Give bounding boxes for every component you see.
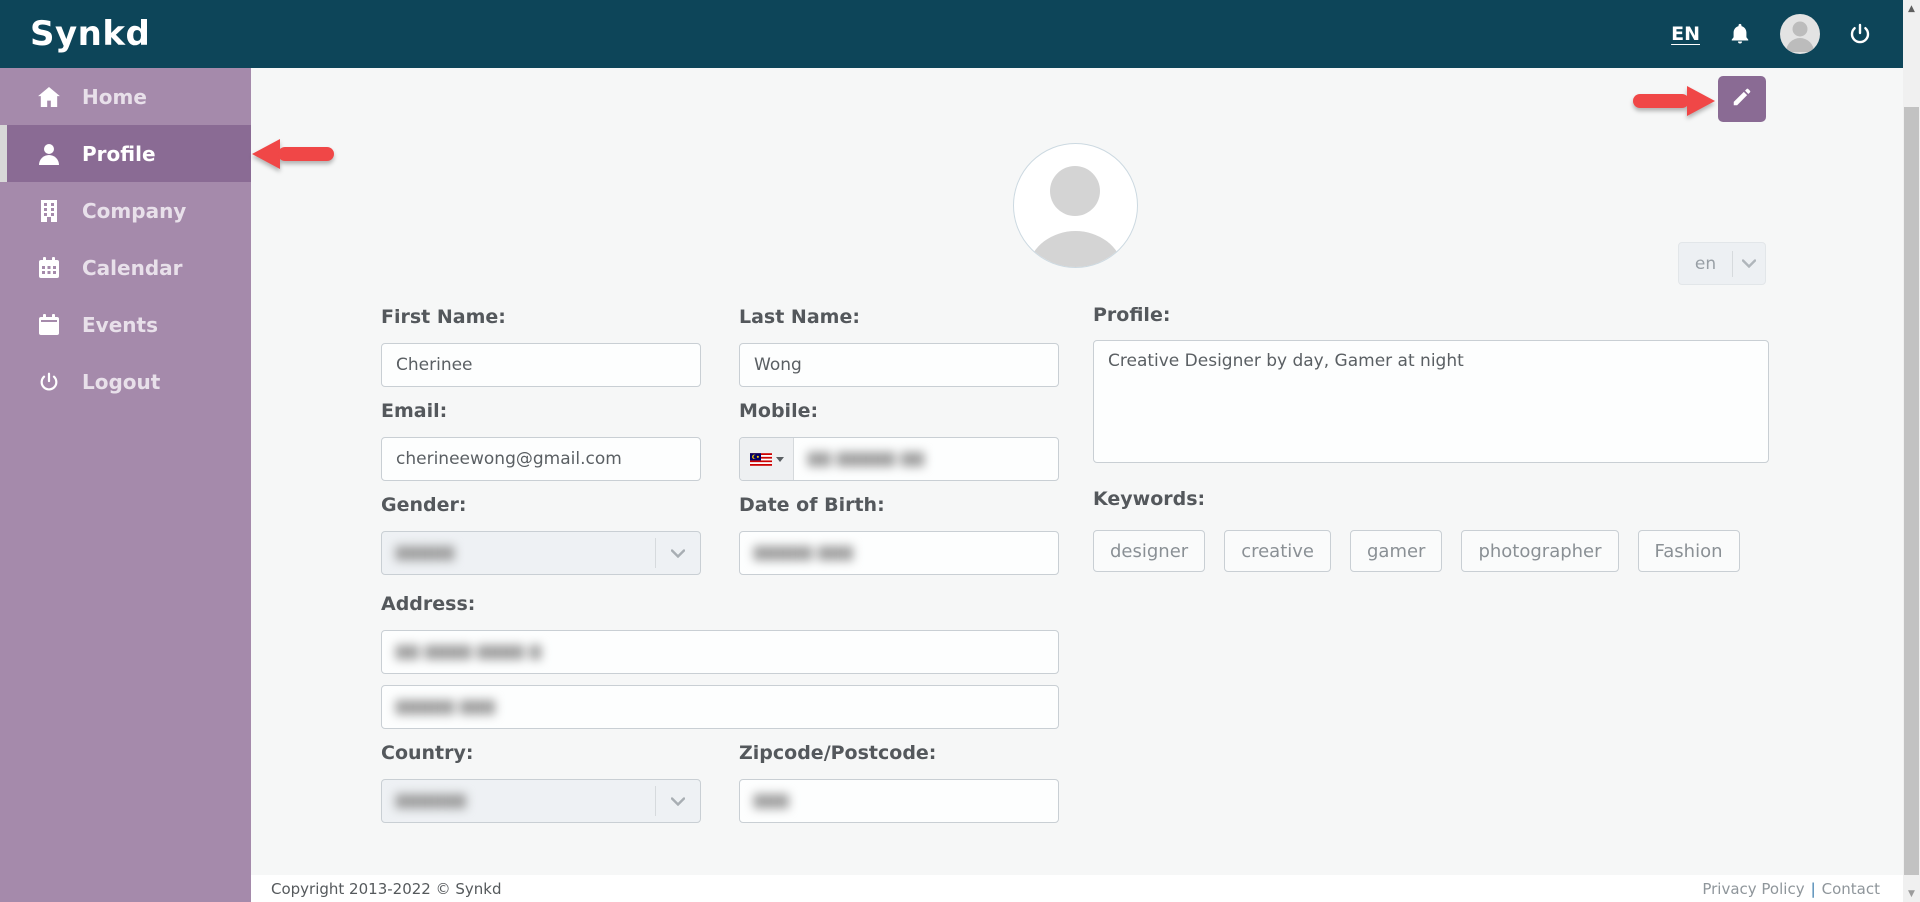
gender-value-blurred: ▇▇▇▇▇ (396, 545, 455, 561)
profile-bio-field[interactable]: Creative Designer by day, Gamer at night (1093, 340, 1769, 463)
last-name-label: Last Name: (739, 306, 860, 328)
first-name-value: Cherinee (396, 355, 473, 375)
country-value-blurred: ▇▇▇▇▇▇ (396, 793, 467, 809)
last-name-field[interactable]: Wong (739, 343, 1059, 387)
address-line1-field[interactable]: ▇▇ ▇▇▇▇ ▇▇▇▇ ▇ (381, 630, 1059, 674)
chevron-down-icon (656, 548, 700, 558)
gender-select[interactable]: ▇▇▇▇▇ (381, 531, 701, 575)
mobile-value-blurred: ▇▇ ▇▇▇▇▇ ▇▇ (808, 451, 925, 467)
address-line2-field[interactable]: ▇▇▇▇▇ ▇▇▇ (381, 685, 1059, 729)
zipcode-value-blurred: ▇▇▇ (754, 793, 790, 809)
keyword-chip[interactable]: designer (1093, 530, 1206, 572)
vertical-scrollbar[interactable]: ▲ ▼ (1903, 0, 1920, 902)
scrollbar-thumb[interactable] (1904, 107, 1919, 875)
first-name-label: First Name: (381, 306, 506, 328)
zipcode-label: Zipcode/Postcode: (739, 742, 937, 764)
keyword-chip[interactable]: photographer (1461, 530, 1619, 572)
profile-label: Profile: (1093, 304, 1171, 326)
sidebar-item-label: Profile (82, 141, 156, 166)
chevron-down-icon (1733, 259, 1765, 268)
bell-icon[interactable] (1728, 22, 1752, 46)
profile-photo-placeholder[interactable] (1013, 143, 1138, 268)
top-navigation-bar: Synkd EN (0, 0, 1920, 68)
profile-content: en First Name: Last Name: Profile: Email… (251, 68, 1903, 875)
profile-bio-value: Creative Designer by day, Gamer at night (1108, 351, 1464, 371)
pencil-icon (1731, 86, 1753, 112)
first-name-field[interactable]: Cherinee (381, 343, 701, 387)
email-value: cherineewong@gmail.com (396, 449, 622, 469)
sidebar-item-label: Logout (82, 369, 161, 394)
last-name-value: Wong (754, 355, 802, 375)
sidebar-item-profile[interactable]: Profile (0, 125, 251, 182)
address-line1-blurred: ▇▇ ▇▇▇▇ ▇▇▇▇ ▇ (396, 644, 542, 660)
profile-language-selector[interactable]: en (1678, 242, 1766, 285)
profile-page: Synkd EN Home Profile Company Calendar E… (0, 0, 1920, 902)
scroll-down-arrow[interactable]: ▼ (1903, 885, 1920, 902)
sidebar-item-label: Home (82, 84, 147, 109)
link-separator: | (1810, 879, 1816, 898)
annotation-arrow-edit (1633, 86, 1715, 116)
sidebar-item-label: Company (82, 198, 187, 223)
chevron-down-icon (656, 796, 700, 806)
caret-down-icon (775, 456, 784, 462)
building-icon (38, 199, 60, 222)
sidebar-item-home[interactable]: Home (0, 68, 251, 125)
contact-link[interactable]: Contact (1822, 880, 1880, 898)
privacy-policy-link[interactable]: Privacy Policy (1702, 880, 1804, 898)
events-icon (38, 314, 60, 336)
country-code-selector[interactable] (740, 438, 794, 480)
sidebar-item-events[interactable]: Events (0, 296, 251, 353)
sidebar-item-logout[interactable]: Logout (0, 353, 251, 410)
power-icon (38, 371, 60, 393)
scroll-up-arrow[interactable]: ▲ (1903, 0, 1920, 17)
mobile-field[interactable]: ▇▇ ▇▇▇▇▇ ▇▇ (739, 437, 1059, 481)
topbar-actions: EN (1671, 0, 1872, 68)
calendar-icon (38, 257, 60, 279)
user-icon (38, 143, 60, 165)
address-line2-blurred: ▇▇▇▇▇ ▇▇▇ (396, 699, 496, 715)
dob-field[interactable]: ▇▇▇▇▇ ▇▇▇ (739, 531, 1059, 575)
dob-value-blurred: ▇▇▇▇▇ ▇▇▇ (754, 545, 854, 561)
keyword-chip[interactable]: gamer (1349, 530, 1443, 572)
malaysia-flag-icon (749, 452, 772, 466)
keyword-chip[interactable]: creative (1224, 530, 1331, 572)
footer-links: Privacy Policy | Contact (1702, 880, 1880, 898)
sidebar-item-label: Events (82, 312, 158, 337)
zipcode-field[interactable]: ▇▇▇ (739, 779, 1059, 823)
country-select[interactable]: ▇▇▇▇▇▇ (381, 779, 701, 823)
keywords-label: Keywords: (1093, 488, 1206, 510)
sidebar-navigation: Home Profile Company Calendar Events Log… (0, 68, 251, 902)
user-avatar[interactable] (1780, 14, 1820, 54)
edit-profile-button[interactable] (1718, 76, 1766, 122)
footer: Copyright 2013-2022 © Synkd Privacy Poli… (251, 875, 1920, 902)
dob-label: Date of Birth: (739, 494, 885, 516)
sidebar-item-calendar[interactable]: Calendar (0, 239, 251, 296)
sidebar-item-label: Calendar (82, 255, 183, 280)
selected-language: en (1694, 253, 1717, 274)
gender-label: Gender: (381, 494, 467, 516)
copyright-text: Copyright 2013-2022 © Synkd (271, 879, 502, 898)
synkd-logo: Synkd (30, 14, 151, 54)
country-label: Country: (381, 742, 474, 764)
email-label: Email: (381, 400, 448, 422)
sidebar-item-company[interactable]: Company (0, 182, 251, 239)
language-link[interactable]: EN (1671, 23, 1700, 45)
keyword-chip[interactable]: Fashion (1637, 530, 1740, 572)
home-icon (38, 86, 60, 108)
power-icon[interactable] (1848, 22, 1872, 46)
email-field[interactable]: cherineewong@gmail.com (381, 437, 701, 481)
address-label: Address: (381, 593, 476, 615)
mobile-label: Mobile: (739, 400, 819, 422)
annotation-arrow-profile (252, 139, 334, 169)
keywords-list: designer creative gamer photographer Fas… (1093, 530, 1740, 572)
